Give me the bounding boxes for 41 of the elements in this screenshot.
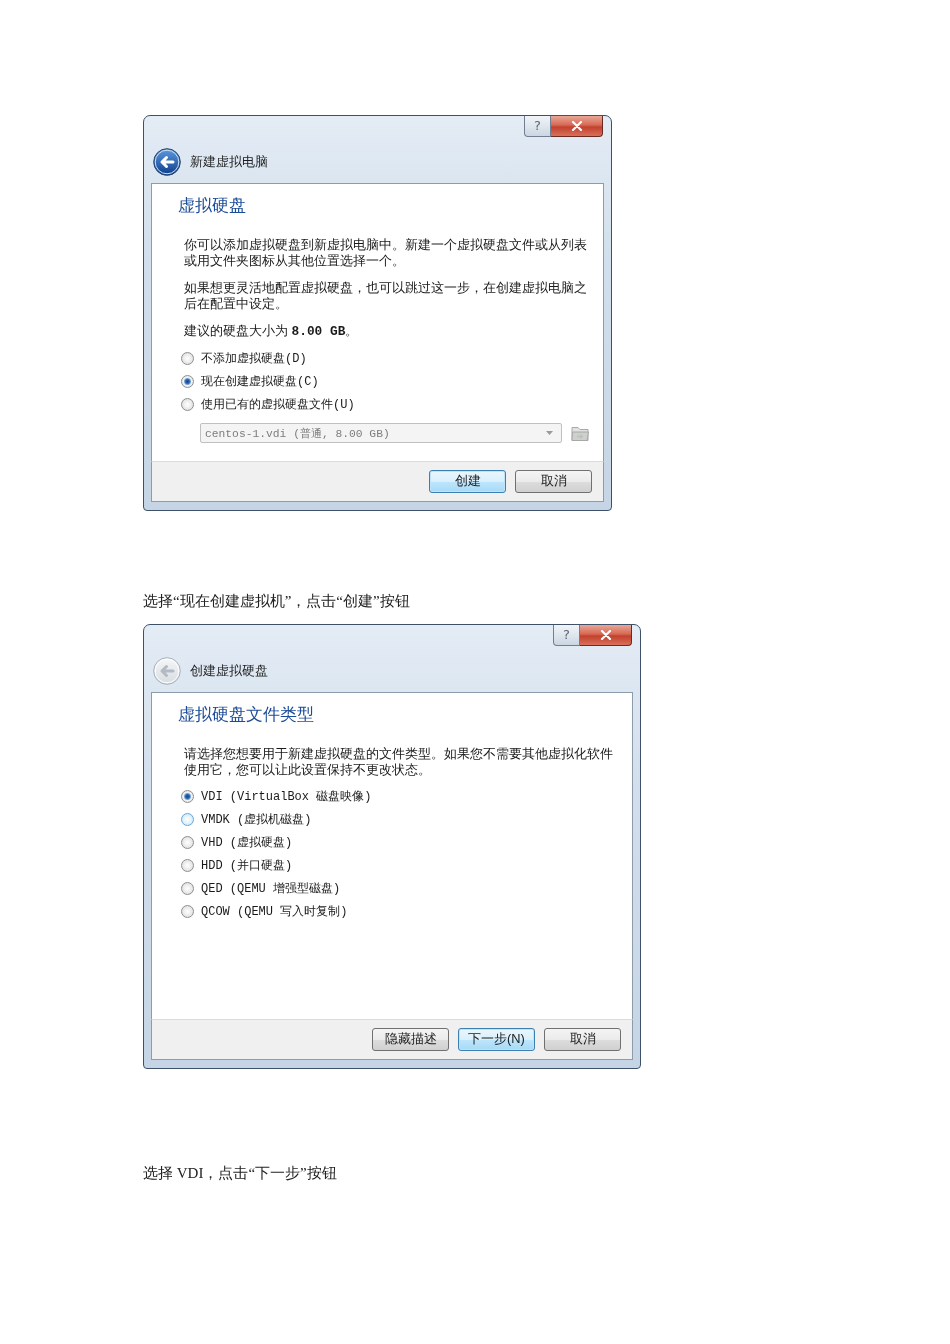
step-caption: 选择“现在创建虚拟机”，点击“创建”按钮: [143, 592, 410, 611]
close-icon: [599, 630, 612, 640]
close-icon: [570, 121, 583, 131]
option-label: 现在创建虚拟硬盘(C): [201, 374, 319, 390]
radio-button[interactable]: [181, 836, 194, 849]
wizard-title: 创建虚拟硬盘: [190, 662, 268, 680]
option-label: QED (QEMU 增强型磁盘): [201, 881, 341, 897]
dialog-button[interactable]: 隐藏描述: [372, 1028, 449, 1051]
help-button[interactable]: ?: [553, 625, 580, 646]
back-arrow-icon[interactable]: [153, 148, 181, 176]
radio-button[interactable]: [181, 790, 194, 803]
option-label: HDD (并口硬盘): [201, 858, 293, 874]
radio-button[interactable]: [181, 813, 194, 826]
caret-icon: [546, 431, 553, 435]
option-label: 不添加虚拟硬盘(D): [201, 351, 307, 367]
description-text: 请选择您想要用于新建虚拟硬盘的文件类型。如果您不需要其他虚拟化软件使用它，您可以让此设置保持不更改状态。: [184, 746, 614, 778]
description-text: 建议的硬盘大小为 8.00 GB。: [184, 323, 359, 340]
page-heading: 虚拟硬盘: [178, 195, 246, 217]
dialog-button[interactable]: 创建: [429, 470, 506, 493]
help-button[interactable]: ?: [524, 116, 551, 137]
option-label: QCOW (QEMU 写入时复制): [201, 904, 348, 920]
page-heading: 虚拟硬盘文件类型: [178, 704, 314, 726]
radio-button[interactable]: [181, 375, 194, 388]
radio-button[interactable]: [181, 859, 194, 872]
option-label: VMDK (虚拟机磁盘): [201, 812, 312, 828]
radio-button[interactable]: [181, 882, 194, 895]
close-button[interactable]: [551, 116, 603, 137]
option-label: 使用已有的虚拟硬盘文件(U): [201, 397, 355, 413]
dialog-button[interactable]: 取消: [544, 1028, 621, 1051]
radio-button[interactable]: [181, 398, 194, 411]
description-text: 如果想更灵活地配置虚拟硬盘，也可以跳过这一步，在创建虚拟电脑之后在配置中设定。: [184, 280, 588, 312]
dialog-button[interactable]: 取消: [515, 470, 592, 493]
option-label: VDI (VirtualBox 磁盘映像): [201, 789, 372, 805]
radio-button[interactable]: [181, 905, 194, 918]
wizard-title: 新建虚拟电脑: [190, 153, 268, 171]
option-label: VHD (虚拟硬盘): [201, 835, 293, 851]
dialog-button[interactable]: 下一步(N): [458, 1028, 535, 1051]
step-caption: 选择 VDI，点击“下一步”按钮: [143, 1164, 337, 1183]
close-button[interactable]: [580, 625, 632, 646]
description-text: 你可以添加虚拟硬盘到新虚拟电脑中。新建一个虚拟硬盘文件或从列表或用文件夹图标从其他位置选择一个。: [184, 237, 588, 269]
radio-button[interactable]: [181, 352, 194, 365]
